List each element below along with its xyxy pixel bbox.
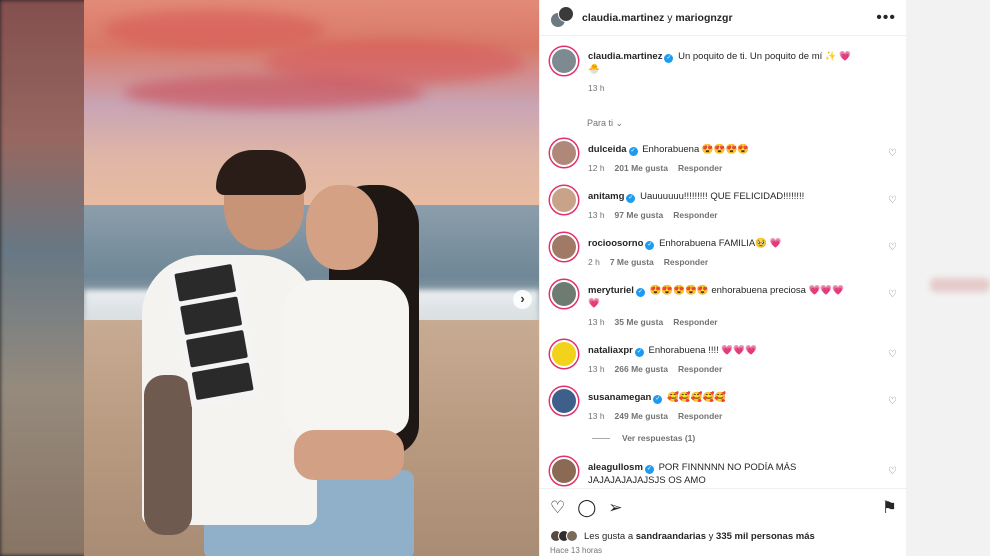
comment-item: meryturiel ✓ 😍😍😍😍😍 enhorabuena preciosa 💗… — [540, 280, 907, 329]
avatar[interactable] — [550, 457, 578, 485]
caption-text: Un poquito de ti. Un poquito de mí ✨ 💗 — [678, 51, 852, 62]
verified-icon: ✓ — [653, 395, 663, 404]
author-2-link[interactable]: mariognzgr — [675, 12, 732, 24]
verified-icon: ✓ — [628, 147, 638, 156]
like-comment-icon[interactable]: ♡ — [888, 466, 897, 477]
comment-likes[interactable]: 97 Me gusta — [615, 210, 664, 220]
avatar[interactable] — [550, 47, 578, 75]
verified-icon: ✓ — [645, 241, 655, 250]
more-options-icon[interactable]: ••• — [876, 9, 896, 25]
background-right — [905, 0, 990, 556]
comment-item: aleagullosm ✓ POR FINNNNN NO PODÍA MÁS JA… — [540, 457, 907, 487]
like-comment-icon[interactable]: ♡ — [888, 242, 897, 253]
save-icon[interactable]: ⚑ — [882, 497, 897, 519]
likes-prefix: Les gusta a — [584, 530, 634, 542]
comment-username[interactable]: nataliaxpr — [588, 345, 633, 356]
post-header: claudia.martinez y mariognzgr ••• — [540, 0, 906, 36]
verified-icon: ✓ — [635, 288, 645, 297]
comment-text: POR FINNNNN NO PODÍA MÁS — [658, 462, 797, 473]
view-replies-label[interactable]: Ver respuestas (1) — [622, 433, 695, 443]
likes-summary[interactable]: Les gusta a sandraandarias y 335 mil per… — [550, 530, 897, 542]
comment-time: 13 h — [588, 317, 605, 327]
comment-item: anitamg ✓ Uauuuuuu!!!!!!!!! QUE FELICIDAD… — [540, 186, 907, 222]
comment-icon[interactable]: ◯ — [577, 497, 596, 519]
comment-username[interactable]: meryturiel — [588, 285, 634, 296]
comment-text: Enhorabuena !!!! 💗💗💗 — [648, 345, 757, 356]
post-time: Hace 13 horas — [550, 546, 603, 555]
comment-username[interactable]: aleagullosm — [588, 462, 643, 473]
avatar[interactable] — [550, 139, 578, 167]
comment-time: 2 h — [588, 257, 600, 267]
like-comment-icon[interactable]: ♡ — [888, 396, 897, 407]
next-photo-button[interactable]: › — [513, 290, 532, 309]
comment-text: Enhorabuena 😍😍😍😍 — [642, 144, 750, 155]
comment-text: 😍😍😍😍😍 enhorabuena preciosa 💗💗💗 — [649, 285, 845, 296]
verified-icon: ✓ — [634, 348, 644, 357]
caption-time: 13 h — [588, 83, 605, 93]
comment-text: Uauuuuuu!!!!!!!!! QUE FELICIDAD!!!!!!!! — [640, 191, 805, 202]
author-1-link[interactable]: claudia.martinez — [582, 12, 664, 24]
comment-text-2: JAJAJAJAJAJSJS OS AMO — [588, 475, 706, 486]
comments-panel: claudia.martinez y mariognzgr ••• claudi… — [539, 0, 907, 556]
comment-likes[interactable]: 7 Me gusta — [610, 257, 654, 267]
caption-text-2: 🐣 — [588, 64, 600, 75]
verified-icon: ✓ — [664, 54, 674, 63]
comment-text: 🥰🥰🥰🥰🥰 — [667, 392, 727, 403]
liker-username[interactable]: sandraandarias — [636, 531, 706, 542]
reply-button[interactable]: Responder — [678, 411, 722, 421]
post-authors: claudia.martinez y mariognzgr — [582, 12, 876, 24]
like-comment-icon[interactable]: ♡ — [888, 289, 897, 300]
like-comment-icon[interactable]: ♡ — [888, 148, 897, 159]
avatar[interactable] — [550, 186, 578, 214]
sort-comments-dropdown[interactable]: Para ti ⌄ — [540, 95, 907, 129]
share-icon[interactable]: ➢ — [608, 497, 622, 519]
comment-text: Enhorabuena FAMILIA🥹 💗 — [659, 238, 782, 249]
comment-time: 13 h — [588, 411, 605, 421]
comment-time: 12 h — [588, 163, 605, 173]
reply-button[interactable]: Responder — [673, 210, 717, 220]
post-modal: › claudia.martinez y mariognzgr ••• clau… — [84, 0, 907, 556]
avatar[interactable] — [550, 340, 578, 368]
author-avatars[interactable] — [550, 5, 574, 30]
post-photo: › — [84, 0, 539, 556]
likes-middle: y — [708, 530, 714, 542]
liker-avatar — [566, 530, 578, 542]
avatar[interactable] — [550, 280, 578, 308]
comments-list[interactable]: claudia.martinez ✓ Un poquito de ti. Un p… — [540, 37, 907, 487]
comment-likes[interactable]: 35 Me gusta — [615, 317, 664, 327]
reply-button[interactable]: Responder — [678, 364, 722, 374]
comment-username[interactable]: anitamg — [588, 191, 624, 202]
comment-username[interactable]: dulceida — [588, 144, 627, 155]
avatar[interactable] — [550, 387, 578, 415]
like-comment-icon[interactable]: ♡ — [888, 195, 897, 206]
comment-likes[interactable]: 201 Me gusta — [615, 163, 668, 173]
comment-time: 13 h — [588, 210, 605, 220]
like-icon[interactable]: ♡ — [550, 497, 565, 519]
verified-icon: ✓ — [644, 465, 654, 474]
comment-item: nataliaxpr ✓ Enhorabuena !!!! 💗💗💗 13 h 266… — [540, 340, 907, 376]
view-replies-button[interactable]: Ver respuestas (1) — [540, 433, 907, 443]
verified-icon: ✓ — [626, 194, 636, 203]
caption-username[interactable]: claudia.martinez — [588, 51, 662, 62]
author-connector: y — [667, 11, 673, 24]
comment-username[interactable]: rocioosorno — [588, 238, 643, 249]
comment-likes[interactable]: 266 Me gusta — [615, 364, 668, 374]
screen: › claudia.martinez y mariognzgr ••• clau… — [0, 0, 990, 556]
like-comment-icon[interactable]: ♡ — [888, 349, 897, 360]
reply-button[interactable]: Responder — [664, 257, 708, 267]
comment-username[interactable]: susanamegan — [588, 392, 651, 403]
post-actions: ♡ ◯ ➢ ⚑ Les gusta a sandraandarias y 335… — [540, 488, 907, 556]
comment-item: rocioosorno ✓ Enhorabuena FAMILIA🥹 💗 2 h 7… — [540, 233, 907, 269]
avatar[interactable] — [550, 233, 578, 261]
likes-count[interactable]: 335 mil personas más — [716, 531, 815, 542]
post-caption: claudia.martinez ✓ Un poquito de ti. Un p… — [540, 37, 907, 95]
comment-item: susanamegan ✓ 🥰🥰🥰🥰🥰 13 h 249 Me gusta Respo… — [540, 387, 907, 423]
comment-likes[interactable]: 249 Me gusta — [615, 411, 668, 421]
comment-time: 13 h — [588, 364, 605, 374]
reply-button[interactable]: Responder — [673, 317, 717, 327]
comment-text-2: 💗 — [588, 298, 600, 309]
reply-button[interactable]: Responder — [678, 163, 722, 173]
comment-item: dulceida ✓ Enhorabuena 😍😍😍😍 12 h 201 Me gu… — [540, 139, 907, 175]
